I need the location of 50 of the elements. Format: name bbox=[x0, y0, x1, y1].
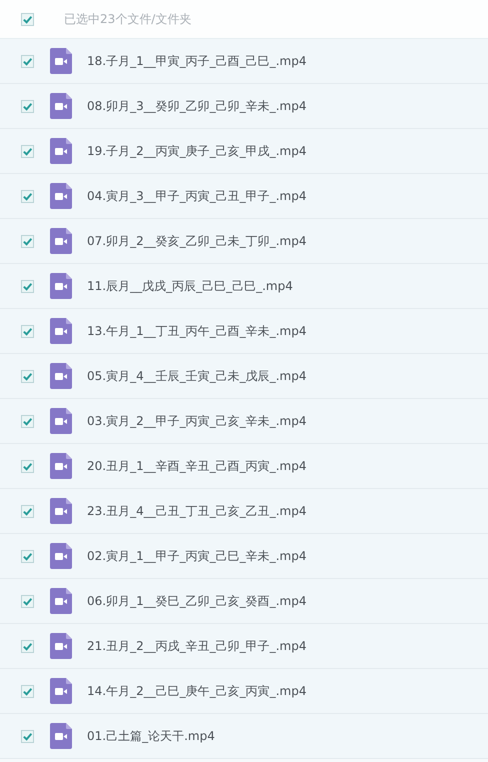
video-file-icon bbox=[50, 543, 72, 569]
file-name[interactable]: 08.卯月_3__癸卯_乙卯_己卯_辛未_.mp4 bbox=[87, 98, 306, 114]
checkbox[interactable] bbox=[21, 370, 34, 382]
checkbox[interactable] bbox=[21, 460, 34, 472]
file-name[interactable]: 06.卯月_1__癸巳_乙卯_己亥_癸酉_.mp4 bbox=[87, 592, 306, 610]
video-file-icon bbox=[50, 273, 72, 299]
video-file-icon bbox=[50, 138, 72, 164]
file-name[interactable]: 20.丑月_1__辛酉_辛丑_己酉_丙寅_.mp4 bbox=[87, 458, 306, 474]
video-file-icon bbox=[50, 48, 72, 74]
file-name[interactable]: 02.寅月_1__甲子_丙寅_己巳_辛未_.mp4 bbox=[87, 548, 306, 564]
checkbox[interactable] bbox=[21, 504, 34, 518]
checkbox[interactable] bbox=[21, 144, 34, 158]
video-file-icon bbox=[50, 228, 72, 254]
file-name[interactable]: 05.寅月_4__壬辰_壬寅_己未_戊辰_.mp4 bbox=[87, 368, 306, 384]
video-file-icon bbox=[50, 588, 72, 614]
file-name[interactable]: 11.辰月__戊戌_丙辰_己巳_己巳_.mp4 bbox=[87, 278, 293, 294]
checkbox[interactable] bbox=[21, 594, 34, 608]
video-file-icon bbox=[50, 678, 72, 704]
video-file-icon bbox=[50, 408, 72, 434]
checkbox[interactable] bbox=[21, 190, 34, 202]
video-file-icon bbox=[50, 453, 72, 479]
checkbox[interactable] bbox=[21, 414, 34, 428]
checkbox[interactable] bbox=[21, 324, 34, 338]
video-file-icon bbox=[50, 183, 72, 209]
checkbox[interactable] bbox=[21, 280, 34, 292]
file-name[interactable]: 19.子月_2__丙寅_庚子_己亥_甲戌_.mp4 bbox=[87, 142, 306, 160]
file-name[interactable]: 01.己土篇_论天干.mp4 bbox=[87, 728, 215, 744]
video-file-icon bbox=[50, 363, 72, 389]
checkbox[interactable] bbox=[21, 640, 34, 652]
checkbox[interactable] bbox=[21, 100, 34, 112]
selection-count: 已选中23个文件/文件夹 bbox=[64, 10, 192, 28]
file-name[interactable]: 04.寅月_3__甲子_丙寅_己丑_甲子_.mp4 bbox=[87, 188, 306, 204]
checkbox[interactable] bbox=[21, 234, 34, 248]
checkbox[interactable] bbox=[21, 12, 34, 26]
video-file-icon bbox=[50, 633, 72, 659]
file-name[interactable]: 23.丑月_4__己丑_丁丑_己亥_乙丑_.mp4 bbox=[87, 502, 306, 520]
video-file-icon bbox=[50, 318, 72, 344]
checkbox[interactable] bbox=[21, 730, 34, 742]
file-name[interactable]: 03.寅月_2__甲子_丙寅_己亥_辛未_.mp4 bbox=[87, 412, 306, 430]
checkbox[interactable] bbox=[21, 550, 34, 562]
file-name[interactable]: 07.卯月_2__癸亥_乙卯_己未_丁卯_.mp4 bbox=[87, 232, 306, 250]
video-file-icon bbox=[50, 723, 72, 749]
checkbox[interactable] bbox=[21, 684, 34, 698]
file-name[interactable]: 21.丑月_2__丙戌_辛丑_己卯_甲子_.mp4 bbox=[87, 638, 306, 654]
file-name[interactable]: 14.午月_2__己巳_庚午_己亥_丙寅_.mp4 bbox=[87, 682, 306, 700]
file-name[interactable]: 18.子月_1__甲寅_丙子_己酉_己巳_.mp4 bbox=[87, 52, 306, 70]
file-name[interactable]: 13.午月_1__丁丑_丙午_己酉_辛未_.mp4 bbox=[87, 322, 306, 340]
checkbox[interactable] bbox=[21, 54, 34, 68]
video-file-icon bbox=[50, 498, 72, 524]
video-file-icon bbox=[50, 93, 72, 119]
